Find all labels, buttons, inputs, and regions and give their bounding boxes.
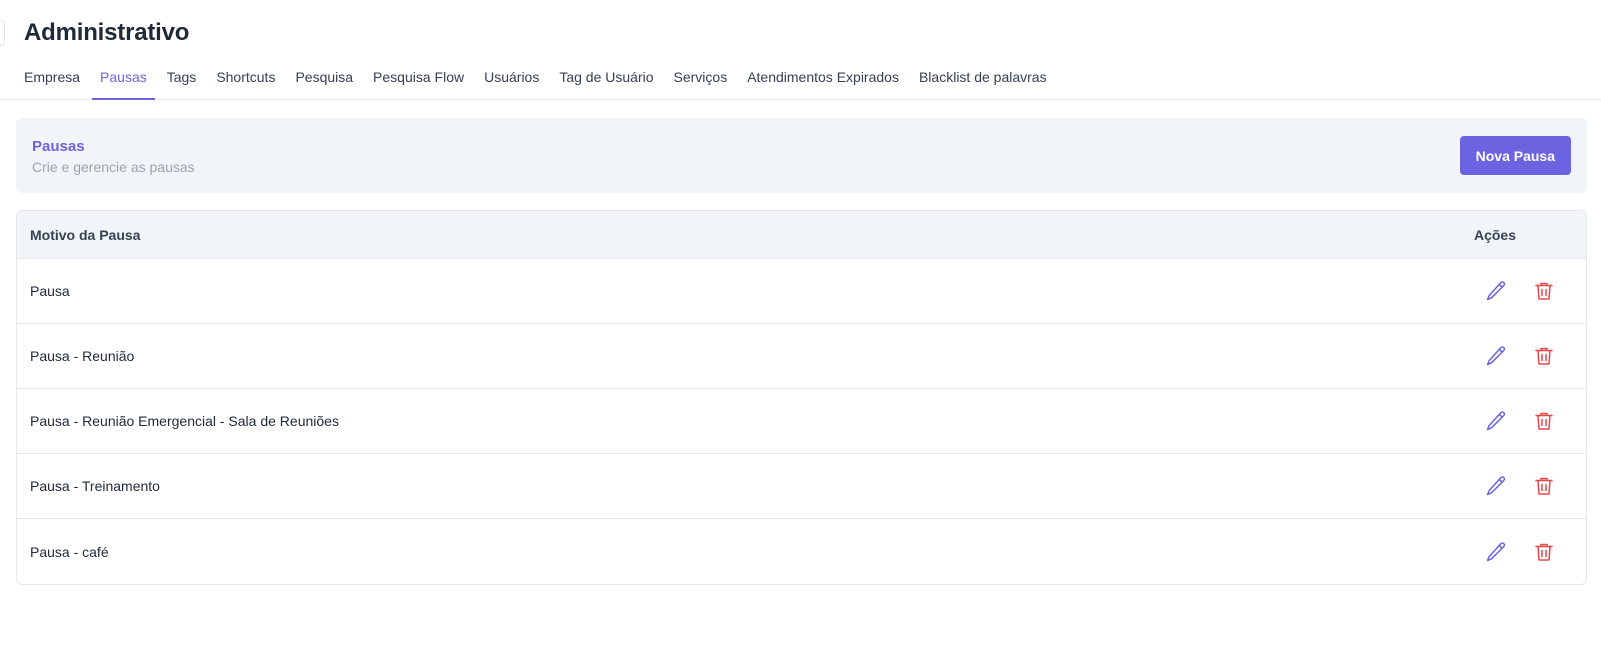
page-header: Administrativo (0, 0, 1601, 48)
pencil-icon (1486, 281, 1506, 301)
row-actions (1484, 540, 1556, 564)
section-title: Pausas (32, 138, 85, 155)
delete-button[interactable] (1532, 409, 1556, 433)
tab-tag-de-usuario[interactable]: Tag de Usuário (559, 69, 653, 99)
pencil-icon (1486, 541, 1506, 561)
table-row: Pausa - Treinamento (17, 454, 1586, 519)
tab-empresa[interactable]: Empresa (24, 69, 80, 99)
delete-button[interactable] (1532, 344, 1556, 368)
table-row: Pausa - café (17, 519, 1586, 584)
admin-tabs: Empresa Pausas Tags Shortcuts Pesquisa P… (0, 60, 1601, 100)
trash-icon (1535, 543, 1553, 561)
row-reason: Pausa - café (30, 543, 109, 560)
row-actions (1484, 474, 1556, 498)
delete-button[interactable] (1532, 540, 1556, 564)
row-actions (1484, 344, 1556, 368)
row-actions (1484, 279, 1556, 303)
tab-servicos[interactable]: Serviços (674, 69, 728, 99)
pencil-icon (1486, 476, 1506, 496)
page-title: Administrativo (24, 19, 190, 46)
row-reason: Pausa - Reunião Emergencial - Sala de Re… (30, 413, 339, 429)
page: Administrativo Empresa Pausas Tags Short… (0, 0, 1601, 663)
section-banner: Pausas Crie e gerencie as pausas Nova Pa… (16, 118, 1587, 193)
edit-button[interactable] (1484, 474, 1508, 498)
tab-shortcuts[interactable]: Shortcuts (216, 69, 275, 99)
sidebar-collapse-handle[interactable] (0, 20, 5, 46)
tab-pesquisa-flow[interactable]: Pesquisa Flow (373, 69, 464, 99)
tab-pesquisa[interactable]: Pesquisa (295, 69, 353, 99)
section-subtitle: Crie e gerencie as pausas (32, 159, 195, 175)
column-header-reason[interactable]: Motivo da Pausa (30, 227, 140, 243)
pencil-icon (1486, 411, 1506, 431)
trash-icon (1535, 477, 1553, 495)
delete-button[interactable] (1532, 474, 1556, 498)
edit-button[interactable] (1484, 540, 1508, 564)
table-header: Motivo da Pausa Ações (17, 211, 1586, 259)
table-row: Pausa - Reunião (17, 324, 1586, 389)
row-reason: Pausa (30, 283, 70, 299)
column-header-actions: Ações (1473, 226, 1516, 243)
edit-button[interactable] (1484, 409, 1508, 433)
table-row: Pausa (17, 259, 1586, 324)
tab-tags[interactable]: Tags (167, 69, 197, 99)
delete-button[interactable] (1532, 279, 1556, 303)
tab-usuarios[interactable]: Usuários (484, 69, 539, 99)
row-reason: Pausa - Treinamento (30, 478, 160, 494)
nova-pausa-button[interactable]: Nova Pausa (1459, 136, 1571, 175)
trash-icon (1535, 412, 1553, 430)
edit-button[interactable] (1484, 279, 1508, 303)
row-reason: Pausa - Reunião (30, 348, 135, 364)
row-actions (1484, 409, 1556, 433)
trash-icon (1535, 347, 1553, 365)
edit-button[interactable] (1484, 344, 1508, 368)
tab-pausas[interactable]: Pausas (92, 69, 155, 100)
pencil-icon (1486, 346, 1506, 366)
tab-blacklist-de-palavras[interactable]: Blacklist de palavras (919, 69, 1047, 99)
pausas-table: Motivo da Pausa Ações Pausa Pausa - Reun… (16, 210, 1587, 585)
table-row: Pausa - Reunião Emergencial - Sala de Re… (17, 389, 1586, 454)
tab-atendimentos-expirados[interactable]: Atendimentos Expirados (747, 69, 899, 99)
trash-icon (1535, 282, 1553, 300)
